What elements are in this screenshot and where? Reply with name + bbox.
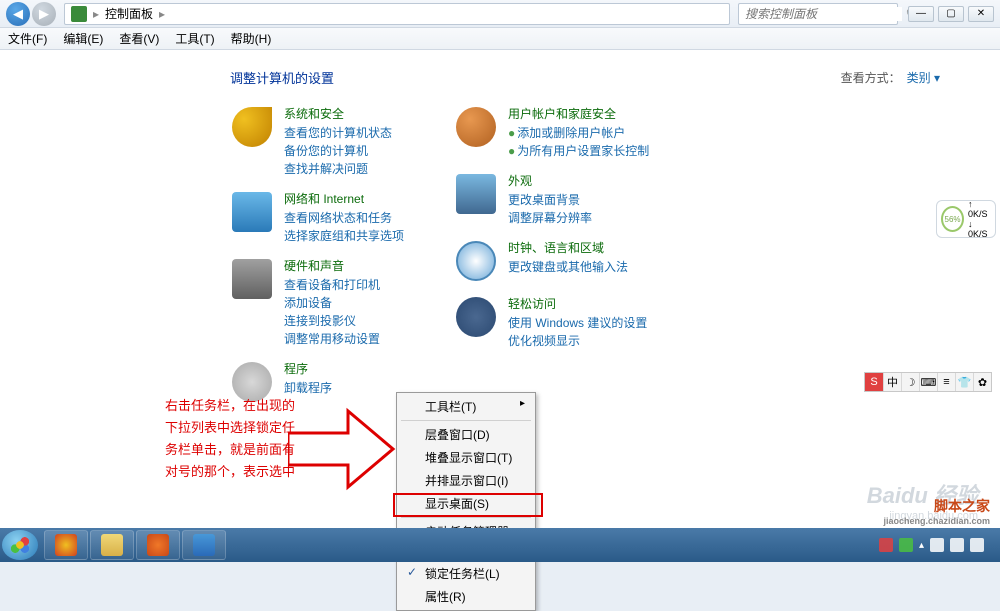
taskbar-item-chrome[interactable] bbox=[44, 530, 88, 560]
net-upload: ↑ 0K/S bbox=[968, 199, 991, 219]
category-item: 时钟、语言和区域更改键盘或其他输入法 bbox=[454, 239, 649, 283]
ime-button[interactable]: 👕 bbox=[955, 373, 973, 391]
taskbar-item-app2[interactable] bbox=[182, 530, 226, 560]
view-by-dropdown[interactable]: 类别 ▾ bbox=[907, 69, 940, 86]
taskbar[interactable]: ▴ bbox=[0, 528, 1000, 562]
category-icon bbox=[454, 172, 498, 216]
page-title: 调整计算机的设置 bbox=[230, 68, 334, 87]
category-icon bbox=[230, 190, 274, 234]
category-title[interactable]: 外观 bbox=[508, 172, 592, 189]
tray-volume-icon[interactable] bbox=[950, 538, 964, 552]
ime-toolbar[interactable]: S中☽⌨≡👕✿ bbox=[864, 372, 992, 392]
category-link[interactable]: 调整屏幕分辨率 bbox=[508, 209, 592, 227]
category-link[interactable]: 更改键盘或其他输入法 bbox=[508, 258, 628, 276]
ime-button[interactable]: ⌨ bbox=[919, 373, 937, 391]
ime-button[interactable]: S bbox=[865, 373, 883, 391]
category-link[interactable]: ●为所有用户设置家长控制 bbox=[508, 142, 649, 160]
tray-flag-icon[interactable] bbox=[970, 538, 984, 552]
category-item: 外观更改桌面背景调整屏幕分辨率 bbox=[454, 172, 649, 227]
taskbar-item-app[interactable] bbox=[136, 530, 180, 560]
performance-widget[interactable]: 56% ↑ 0K/S ↓ 0K/S bbox=[936, 200, 996, 238]
control-panel-icon bbox=[71, 6, 87, 22]
category-link[interactable]: 优化视频显示 bbox=[508, 332, 647, 350]
category-link[interactable]: 选择家庭组和共享选项 bbox=[284, 227, 404, 245]
category-icon bbox=[230, 257, 274, 301]
category-title[interactable]: 时钟、语言和区域 bbox=[508, 239, 628, 256]
close-button[interactable]: ✕ bbox=[968, 6, 994, 22]
category-link[interactable]: 查找并解决问题 bbox=[284, 160, 392, 178]
window-titlebar: ◀ ▶ ▸ 控制面板 ▸ 🔍 — ▢ ✕ bbox=[0, 0, 1000, 28]
breadcrumb-arrow-icon: ▸ bbox=[93, 7, 99, 21]
menu-view[interactable]: 查看(V) bbox=[119, 30, 159, 47]
start-button[interactable] bbox=[2, 530, 38, 560]
category-link[interactable]: 更改桌面背景 bbox=[508, 191, 592, 209]
search-box[interactable]: 🔍 bbox=[738, 3, 898, 25]
context-menu-item[interactable]: 层叠窗口(D) bbox=[399, 423, 533, 446]
menu-edit[interactable]: 编辑(E) bbox=[63, 30, 103, 47]
maximize-button[interactable]: ▢ bbox=[938, 6, 964, 22]
category-title[interactable]: 系统和安全 bbox=[284, 105, 392, 122]
category-item: 硬件和声音查看设备和打印机添加设备连接到投影仪调整常用移动设置 bbox=[230, 257, 404, 348]
context-menu-item[interactable]: 属性(R) bbox=[399, 585, 533, 608]
view-by-label: 查看方式： bbox=[841, 69, 901, 86]
ime-button[interactable]: 中 bbox=[883, 373, 901, 391]
context-menu-item[interactable]: 工具栏(T) bbox=[399, 395, 533, 418]
context-menu-item[interactable]: 堆叠显示窗口(T) bbox=[399, 446, 533, 469]
annotation-text: 右击任务栏，在出现的下拉列表中选择锁定任务栏单击，就是前面有对号的那个，表示选中 bbox=[165, 395, 305, 483]
category-icon bbox=[454, 105, 498, 149]
ime-button[interactable]: ✿ bbox=[973, 373, 991, 391]
tray-expand-icon[interactable]: ▴ bbox=[919, 540, 924, 551]
menu-help[interactable]: 帮助(H) bbox=[231, 30, 272, 47]
view-by-control: 查看方式： 类别 ▾ bbox=[841, 69, 940, 86]
menu-bar: 文件(F) 编辑(E) 查看(V) 工具(T) 帮助(H) bbox=[0, 28, 1000, 50]
breadcrumb-root[interactable]: 控制面板 bbox=[105, 5, 153, 22]
category-link[interactable]: 使用 Windows 建议的设置 bbox=[508, 314, 647, 332]
category-link[interactable]: 添加设备 bbox=[284, 294, 380, 312]
category-icon bbox=[454, 239, 498, 283]
breadcrumb-arrow-icon: ▸ bbox=[159, 7, 165, 21]
category-item: 用户帐户和家庭安全 ●添加或删除用户帐户●为所有用户设置家长控制 bbox=[454, 105, 649, 160]
ime-button[interactable]: ☽ bbox=[901, 373, 919, 391]
taskbar-context-menu: 工具栏(T)层叠窗口(D)堆叠显示窗口(T)并排显示窗口(I)显示桌面(S)启动… bbox=[396, 392, 536, 611]
category-icon bbox=[454, 295, 498, 339]
menu-tools[interactable]: 工具(T) bbox=[175, 30, 214, 47]
category-item: 轻松访问使用 Windows 建议的设置优化视频显示 bbox=[454, 295, 649, 350]
category-link[interactable]: 查看网络状态和任务 bbox=[284, 209, 404, 227]
category-title[interactable]: 用户帐户和家庭安全 bbox=[508, 105, 649, 122]
category-link[interactable]: 连接到投影仪 bbox=[284, 312, 380, 330]
site-watermark: 脚本之家 jiaocheng.chazidian.com bbox=[883, 496, 990, 526]
category-link[interactable]: 查看设备和打印机 bbox=[284, 276, 380, 294]
search-input[interactable] bbox=[745, 7, 902, 21]
annotation-arrow-icon bbox=[288, 403, 398, 493]
taskbar-item-explorer[interactable] bbox=[90, 530, 134, 560]
category-title[interactable]: 硬件和声音 bbox=[284, 257, 380, 274]
minimize-button[interactable]: — bbox=[908, 6, 934, 22]
tray-icon[interactable] bbox=[899, 538, 913, 552]
category-item: 网络和 Internet 查看网络状态和任务选择家庭组和共享选项 bbox=[230, 190, 404, 245]
context-menu-item[interactable]: 显示桌面(S) bbox=[399, 492, 533, 515]
net-download: ↓ 0K/S bbox=[968, 219, 991, 239]
tray-network-icon[interactable] bbox=[930, 538, 944, 552]
category-title[interactable]: 网络和 Internet bbox=[284, 190, 404, 207]
context-menu-item[interactable]: 并排显示窗口(I) bbox=[399, 469, 533, 492]
category-link[interactable]: ●添加或删除用户帐户 bbox=[508, 124, 649, 142]
system-tray[interactable]: ▴ bbox=[879, 538, 998, 552]
menu-file[interactable]: 文件(F) bbox=[8, 30, 47, 47]
category-title[interactable]: 轻松访问 bbox=[508, 295, 647, 312]
cpu-percent: 56% bbox=[941, 206, 964, 232]
category-link[interactable]: 调整常用移动设置 bbox=[284, 330, 380, 348]
nav-back-button[interactable]: ◀ bbox=[6, 2, 30, 26]
category-item: 系统和安全查看您的计算机状态备份您的计算机查找并解决问题 bbox=[230, 105, 404, 178]
category-icon bbox=[230, 105, 274, 149]
category-title[interactable]: 程序 bbox=[284, 360, 332, 377]
category-link[interactable]: 备份您的计算机 bbox=[284, 142, 392, 160]
address-bar[interactable]: ▸ 控制面板 ▸ bbox=[64, 3, 730, 25]
tray-icon[interactable] bbox=[879, 538, 893, 552]
category-link[interactable]: 查看您的计算机状态 bbox=[284, 124, 392, 142]
nav-forward-button[interactable]: ▶ bbox=[32, 2, 56, 26]
context-menu-item[interactable]: 锁定任务栏(L) bbox=[399, 562, 533, 585]
ime-button[interactable]: ≡ bbox=[937, 373, 955, 391]
